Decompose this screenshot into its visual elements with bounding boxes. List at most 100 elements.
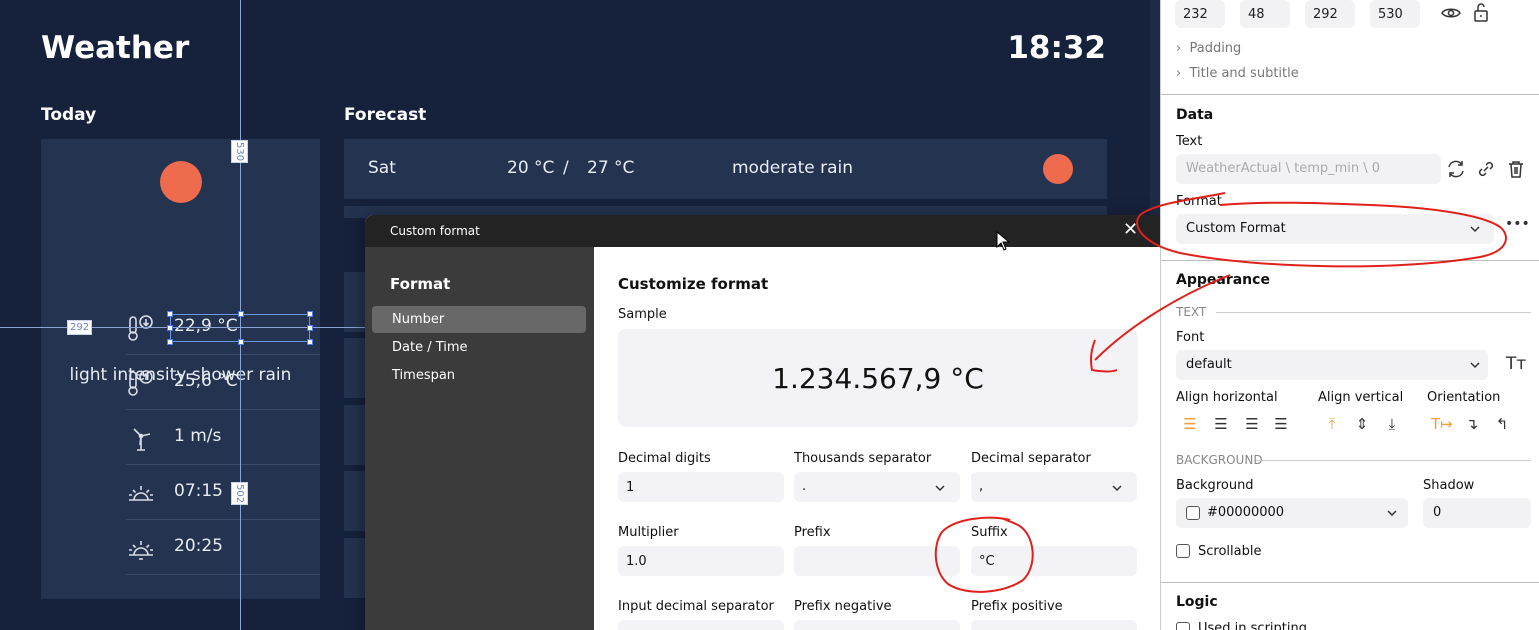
align-center-icon[interactable]: ☰ (1211, 415, 1231, 435)
align-middle-icon[interactable]: ⇕ (1352, 415, 1372, 435)
forecast-description: moderate rain (732, 158, 854, 178)
resize-handle-s[interactable] (238, 339, 244, 345)
sidebar-item-date-time[interactable]: Date / Time (372, 334, 586, 361)
padding-section[interactable]: › Padding (1176, 41, 1241, 56)
forecast-row-hidden[interactable] (344, 405, 366, 465)
chevron-down-icon (1387, 510, 1397, 517)
guide-label-top: 530 (231, 140, 248, 164)
orientation-rotate-down-icon[interactable]: ↴ (1462, 415, 1482, 435)
format-select[interactable]: Custom Format (1176, 214, 1494, 244)
position-x-field[interactable]: 232 (1175, 0, 1225, 28)
metric-row-sunset[interactable]: 20:25 (126, 520, 320, 575)
background-subsection-label: BACKGROUND (1176, 453, 1263, 467)
multiplier-input[interactable] (618, 546, 784, 576)
custom-format-dialog: Custom format ✕ Format Number Date / Tim… (365, 215, 1163, 630)
forecast-row[interactable]: Sat 20 °C / 27 °C moderate rain (344, 139, 1107, 199)
prefix-positive-label: Prefix positive (971, 599, 1063, 614)
forecast-section-title: Forecast (344, 105, 427, 125)
background-color-select[interactable]: #00000000 (1176, 498, 1408, 528)
unlock-icon[interactable] (1470, 1, 1492, 23)
section-divider (1161, 582, 1539, 583)
forecast-temp-min: 20 °C (507, 158, 555, 178)
align-left-icon[interactable]: ☰ (1180, 415, 1200, 435)
orientation-rotate-up-icon[interactable]: ↰ (1492, 415, 1512, 435)
forecast-row-hidden[interactable] (344, 338, 366, 398)
decimal-digits-input[interactable] (618, 472, 784, 502)
resize-handle-n[interactable] (238, 311, 244, 317)
selection-box[interactable] (167, 311, 313, 345)
trash-icon[interactable] (1505, 158, 1527, 180)
prefix-negative-input[interactable] (794, 620, 960, 630)
align-right-icon[interactable]: ☰ (1242, 415, 1262, 435)
metric-value-sunrise: 07:15 (174, 481, 223, 501)
input-decimal-separator-label: Input decimal separator (618, 599, 774, 614)
decimal-digits-label: Decimal digits (618, 451, 711, 466)
chevron-down-icon (1470, 362, 1480, 369)
section-divider (1161, 94, 1539, 95)
thermometer-up-icon (128, 370, 153, 396)
text-size-icon[interactable]: Tт (1505, 354, 1527, 376)
prefix-input[interactable] (794, 546, 960, 576)
suffix-label: Suffix (971, 525, 1008, 540)
align-bottom-icon[interactable]: ⤓ (1382, 415, 1402, 435)
dashboard-title: Weather (41, 30, 190, 66)
chevron-down-icon (935, 485, 945, 492)
resize-handle-ne[interactable] (307, 311, 313, 317)
used-in-scripting-checkbox[interactable] (1176, 622, 1190, 630)
decimal-separator-label: Decimal separator (971, 451, 1091, 466)
forecast-weather-icon (1043, 154, 1073, 184)
font-select[interactable]: default (1176, 350, 1488, 380)
section-divider (1161, 260, 1539, 261)
mouse-cursor-icon (996, 231, 1010, 251)
resize-handle-sw[interactable] (167, 339, 173, 345)
prefix-positive-input[interactable] (971, 620, 1137, 630)
refresh-icon[interactable] (1445, 158, 1467, 180)
align-top-icon[interactable]: ⤒ (1322, 415, 1342, 435)
sidebar-title: Format (390, 275, 451, 293)
sample-label: Sample (618, 307, 667, 322)
shadow-field[interactable]: 0 (1423, 498, 1531, 528)
link-icon[interactable] (1475, 158, 1497, 180)
metric-row-sunrise[interactable]: 07:15 (126, 465, 320, 520)
close-icon[interactable]: ✕ (1123, 221, 1141, 239)
suffix-input[interactable] (971, 546, 1137, 576)
align-justify-icon[interactable]: ☰ (1271, 415, 1291, 435)
subsection-divider (1216, 312, 1531, 313)
resize-handle-e[interactable] (307, 325, 313, 331)
guide-label-left: 292 (67, 320, 93, 335)
thermometer-down-icon (128, 315, 153, 341)
title-subtitle-section[interactable]: › Title and subtitle (1176, 66, 1299, 81)
sunset-icon (129, 541, 153, 560)
text-label: Text (1176, 134, 1203, 149)
scrollable-checkbox[interactable] (1176, 544, 1190, 558)
metric-value-wind: 1 m/s (174, 426, 222, 446)
orientation-horizontal-icon[interactable]: T↦ (1431, 415, 1453, 435)
color-swatch[interactable] (1186, 506, 1200, 520)
metric-row-wind[interactable]: 1 m/s (126, 410, 320, 465)
input-decimal-separator-select[interactable] (618, 620, 784, 630)
metric-value-sunset: 20:25 (174, 536, 223, 556)
more-options-icon[interactable]: ••• (1505, 216, 1530, 238)
height-field[interactable]: 530 (1370, 0, 1420, 28)
decimal-separator-value: , (979, 479, 984, 494)
sidebar-item-number[interactable]: Number (372, 306, 586, 333)
metric-row-temp-max[interactable]: 25,6 °C (126, 355, 320, 410)
forecast-row-hidden[interactable] (344, 538, 366, 598)
properties-panel: 232 48 292 530 › Padding › Title and sub… (1160, 0, 1539, 630)
resize-handle-w[interactable] (167, 325, 173, 331)
thousands-separator-label: Thousands separator (794, 451, 932, 466)
dialog-header[interactable]: Custom format ✕ (365, 215, 1163, 247)
text-binding-field[interactable]: WeatherActual \ temp_min \ 0 (1176, 154, 1441, 184)
forecast-row-hidden[interactable] (344, 471, 366, 531)
sample-value: 1.234.567,9 °C (772, 362, 984, 395)
width-field[interactable]: 292 (1305, 0, 1355, 28)
sidebar-item-timespan[interactable]: Timespan (372, 362, 586, 389)
resize-handle-nw[interactable] (167, 311, 173, 317)
metric-value-temp-max: 25,6 °C (174, 371, 238, 391)
forecast-row-hidden[interactable] (344, 272, 366, 332)
align-vertical-label: Align vertical (1318, 390, 1404, 405)
resize-handle-se[interactable] (307, 339, 313, 345)
eye-icon[interactable] (1440, 2, 1462, 24)
position-y-field[interactable]: 48 (1240, 0, 1290, 28)
text-subsection-label: TEXT (1176, 305, 1207, 319)
